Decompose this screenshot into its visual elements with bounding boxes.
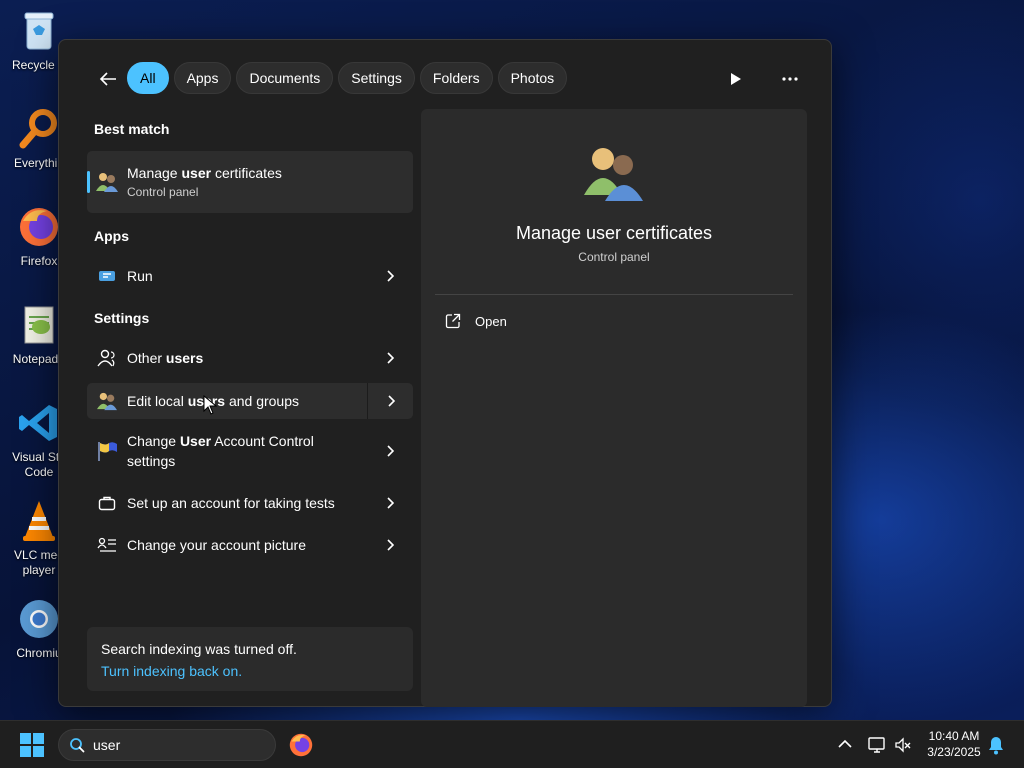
search-icon [70,738,85,753]
title-highlight: user [181,165,212,181]
selection-accent [87,171,90,193]
chromium-icon [16,596,62,642]
taskbar-search-input[interactable] [93,737,243,753]
users-icon [581,143,647,203]
label-part: Change [127,433,180,449]
result-label: Other users [127,348,367,368]
label-highlight: users [165,350,204,366]
label-part: Other [127,350,166,366]
result-label: Change User Account Control settings [127,431,367,471]
result-label: Set up an account for taking tests [127,495,335,511]
result-label: Change your account picture [127,537,306,553]
preview-title: Manage user certificates [515,223,713,243]
firefox-icon [16,204,62,250]
mouse-cursor-icon [203,395,217,415]
open-action[interactable]: Open [445,313,507,329]
vscode-icon [16,400,62,446]
chevron-right-icon[interactable] [367,340,413,376]
result-change-uac-settings[interactable]: Change User Account Control settings [87,426,413,476]
chevron-right-icon[interactable] [367,527,413,563]
account-list-icon [87,537,127,553]
clock-date: 3/23/2025 [927,745,981,759]
best-match-title: Manage user certificates [127,163,413,183]
label-line2: settings [127,453,176,469]
section-title-best-match: Best match [94,121,170,137]
filter-chip-documents[interactable]: Documents [236,62,334,94]
chevron-right-icon[interactable] [367,426,413,476]
chevron-right-icon[interactable] [367,258,413,294]
network-icon [868,737,885,753]
title-part: Manage [127,165,182,181]
result-change-account-picture[interactable]: Change your account picture [87,527,413,563]
play-icon [731,73,741,85]
turn-indexing-on-link[interactable]: Turn indexing back on. [101,660,399,682]
network-button[interactable] [867,735,887,755]
run-icon [87,269,127,283]
indexing-notice: Search indexing was turned off. Turn ind… [87,627,413,691]
clock-time: 10:40 AM [928,729,980,743]
filter-chip-photos[interactable]: Photos [497,62,568,94]
arrow-left-icon [99,72,116,86]
more-options-button[interactable] [777,68,803,90]
preview-subtitle: Control panel [578,250,650,264]
everything-search-icon [16,106,62,152]
chevron-up-icon [838,739,852,748]
label-highlight: User [179,433,212,449]
taskbar-clock[interactable]: 10:40 AM 3/23/2025 [918,728,990,760]
chevron-right-icon[interactable] [367,383,413,419]
filter-chips: All Apps Documents Settings Folders Phot… [127,62,568,94]
play-button[interactable] [725,68,747,90]
label-part: Edit local [127,393,188,409]
result-run[interactable]: Run [87,258,413,294]
person-icon [87,349,127,367]
indexing-message: Search indexing was turned off. [101,641,297,657]
label-part: Account Control [211,433,314,449]
briefcase-icon [87,495,127,511]
filter-chip-settings[interactable]: Settings [338,62,415,94]
result-label: Run [127,268,153,284]
search-flyout: All Apps Documents Settings Folders Phot… [58,39,832,707]
section-title-settings: Settings [94,310,150,326]
chevron-right-icon[interactable] [367,485,413,521]
title-part: certificates [211,165,282,181]
vlc-icon [16,498,62,544]
more-horizontal-icon [782,77,798,81]
label-part: and groups [225,393,300,409]
taskbar-firefox-button[interactable] [288,732,314,758]
taskbar-search-box[interactable] [58,729,276,761]
users-group-icon [87,391,127,411]
filter-bar: All Apps Documents Settings Folders Phot… [59,62,831,96]
open-external-icon [445,313,461,329]
result-label: Edit local users and groups [127,391,367,411]
filter-chip-all[interactable]: All [127,62,169,94]
result-account-for-tests[interactable]: Set up an account for taking tests [87,485,413,521]
notifications-button[interactable] [987,735,1005,755]
preview-divider [435,294,793,295]
recycle-bin-icon [16,8,62,54]
preview-pane: Manage user certificates Control panel O… [421,109,807,707]
notepad-plus-plus-icon [16,302,62,348]
firefox-icon [289,733,313,757]
best-match-result[interactable]: Manage user certificates Control panel [87,151,413,213]
result-edit-local-users-groups[interactable]: Edit local users and groups [87,383,413,419]
windows-logo-icon [20,733,44,757]
open-label: Open [475,313,507,329]
filter-chip-apps[interactable]: Apps [173,62,232,94]
show-hidden-icons-button[interactable] [836,735,854,753]
uac-flag-icon [87,440,127,462]
section-title-apps: Apps [94,228,129,244]
best-match-subtitle: Control panel [127,185,199,199]
taskbar: 10:40 AM 3/23/2025 [0,720,1024,768]
volume-button[interactable] [893,735,913,755]
result-other-users[interactable]: Other users [87,340,413,376]
filter-chip-folders[interactable]: Folders [419,62,493,94]
users-icon [87,171,127,193]
start-button[interactable] [20,733,44,757]
speaker-muted-icon [895,737,911,753]
back-button[interactable] [95,66,121,92]
bell-icon [989,737,1003,755]
